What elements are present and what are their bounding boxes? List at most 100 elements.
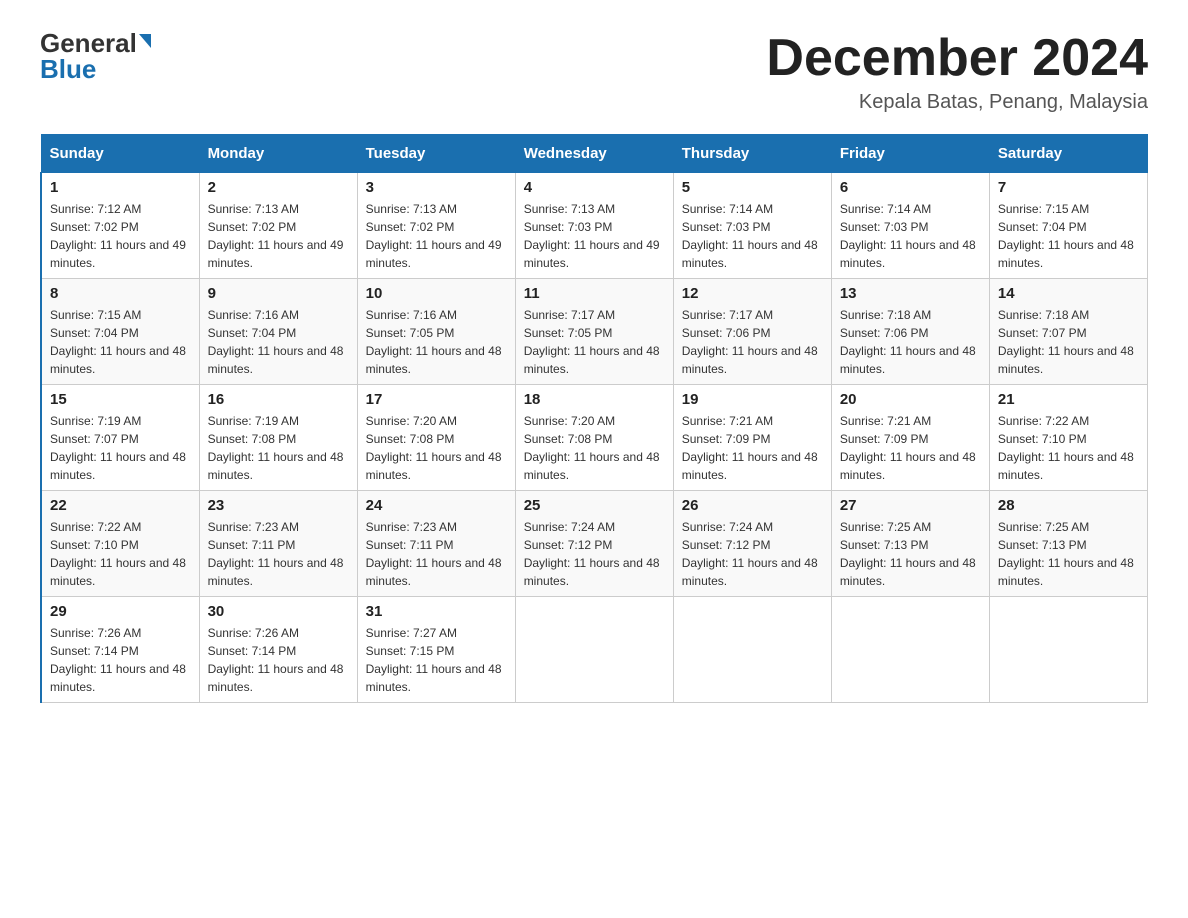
logo: General Blue	[40, 30, 151, 83]
calendar-table: SundayMondayTuesdayWednesdayThursdayFrid…	[40, 134, 1148, 703]
calendar-day-cell	[989, 597, 1147, 703]
calendar-day-cell: 13 Sunrise: 7:18 AMSunset: 7:06 PMDayligh…	[831, 279, 989, 385]
logo-arrow-icon	[139, 34, 151, 48]
calendar-day-cell: 5Sunrise: 7:14 AMSunset: 7:03 PMDaylight…	[673, 173, 831, 279]
day-info: Sunrise: 7:24 AMSunset: 7:12 PMDaylight:…	[682, 518, 823, 590]
logo-general-text: General	[40, 30, 137, 56]
calendar-day-cell: 29 Sunrise: 7:26 AMSunset: 7:14 PMDayligh…	[41, 597, 199, 703]
day-number: 10	[366, 285, 507, 302]
day-number: 31	[366, 603, 507, 620]
day-number: 14	[998, 285, 1139, 302]
day-info: Sunrise: 7:20 AMSunset: 7:08 PMDaylight:…	[366, 412, 507, 484]
calendar-day-cell: 2 Sunrise: 7:13 AMSunset: 7:02 PMDaylight…	[199, 173, 357, 279]
calendar-day-cell: 31 Sunrise: 7:27 AMSunset: 7:15 PMDayligh…	[357, 597, 515, 703]
page-header: General Blue December 2024 Kepala Batas,…	[40, 30, 1148, 114]
day-info: Sunrise: 7:14 AMSunset: 7:03 PMDaylight:…	[840, 200, 981, 272]
calendar-weekday-header: Tuesday	[357, 135, 515, 173]
day-number: 17	[366, 391, 507, 408]
calendar-week-row: 22 Sunrise: 7:22 AMSunset: 7:10 PMDayligh…	[41, 491, 1148, 597]
calendar-weekday-header: Friday	[831, 135, 989, 173]
day-info: Sunrise: 7:21 AMSunset: 7:09 PMDaylight:…	[840, 412, 981, 484]
calendar-day-cell: 15 Sunrise: 7:19 AMSunset: 7:07 PMDayligh…	[41, 385, 199, 491]
calendar-day-cell	[831, 597, 989, 703]
calendar-day-cell: 21 Sunrise: 7:22 AMSunset: 7:10 PMDayligh…	[989, 385, 1147, 491]
day-number: 29	[50, 603, 191, 620]
day-number: 3	[366, 179, 507, 196]
day-info: Sunrise: 7:22 AMSunset: 7:10 PMDaylight:…	[998, 412, 1139, 484]
day-number: 25	[524, 497, 665, 514]
day-number: 26	[682, 497, 823, 514]
calendar-day-cell	[515, 597, 673, 703]
day-number: 11	[524, 285, 665, 302]
day-info: Sunrise: 7:16 AMSunset: 7:04 PMDaylight:…	[208, 306, 349, 378]
day-number: 2	[208, 179, 349, 196]
day-number: 24	[366, 497, 507, 514]
day-number: 22	[50, 497, 191, 514]
day-info: Sunrise: 7:26 AMSunset: 7:14 PMDaylight:…	[208, 624, 349, 696]
calendar-day-cell: 9 Sunrise: 7:16 AMSunset: 7:04 PMDaylight…	[199, 279, 357, 385]
calendar-week-row: 8Sunrise: 7:15 AMSunset: 7:04 PMDaylight…	[41, 279, 1148, 385]
calendar-header-row: SundayMondayTuesdayWednesdayThursdayFrid…	[41, 135, 1148, 173]
day-info: Sunrise: 7:21 AMSunset: 7:09 PMDaylight:…	[682, 412, 823, 484]
day-number: 23	[208, 497, 349, 514]
day-info: Sunrise: 7:25 AMSunset: 7:13 PMDaylight:…	[998, 518, 1139, 590]
calendar-weekday-header: Monday	[199, 135, 357, 173]
day-number: 9	[208, 285, 349, 302]
calendar-day-cell: 20 Sunrise: 7:21 AMSunset: 7:09 PMDayligh…	[831, 385, 989, 491]
calendar-day-cell: 3 Sunrise: 7:13 AMSunset: 7:02 PMDaylight…	[357, 173, 515, 279]
calendar-day-cell: 19Sunrise: 7:21 AMSunset: 7:09 PMDayligh…	[673, 385, 831, 491]
calendar-day-cell: 4Sunrise: 7:13 AMSunset: 7:03 PMDaylight…	[515, 173, 673, 279]
calendar-day-cell: 18 Sunrise: 7:20 AMSunset: 7:08 PMDayligh…	[515, 385, 673, 491]
day-info: Sunrise: 7:13 AMSunset: 7:03 PMDaylight:…	[524, 200, 665, 272]
day-number: 20	[840, 391, 981, 408]
day-info: Sunrise: 7:17 AMSunset: 7:05 PMDaylight:…	[524, 306, 665, 378]
calendar-weekday-header: Wednesday	[515, 135, 673, 173]
day-info: Sunrise: 7:13 AMSunset: 7:02 PMDaylight:…	[366, 200, 507, 272]
logo-blue-text: Blue	[40, 54, 96, 84]
day-info: Sunrise: 7:14 AMSunset: 7:03 PMDaylight:…	[682, 200, 823, 272]
day-number: 8	[50, 285, 191, 302]
calendar-day-cell: 8Sunrise: 7:15 AMSunset: 7:04 PMDaylight…	[41, 279, 199, 385]
day-info: Sunrise: 7:27 AMSunset: 7:15 PMDaylight:…	[366, 624, 507, 696]
day-info: Sunrise: 7:19 AMSunset: 7:07 PMDaylight:…	[50, 412, 191, 484]
day-info: Sunrise: 7:17 AMSunset: 7:06 PMDaylight:…	[682, 306, 823, 378]
calendar-week-row: 15 Sunrise: 7:19 AMSunset: 7:07 PMDayligh…	[41, 385, 1148, 491]
calendar-weekday-header: Saturday	[989, 135, 1147, 173]
day-info: Sunrise: 7:24 AMSunset: 7:12 PMDaylight:…	[524, 518, 665, 590]
day-info: Sunrise: 7:25 AMSunset: 7:13 PMDaylight:…	[840, 518, 981, 590]
calendar-day-cell: 24 Sunrise: 7:23 AMSunset: 7:11 PMDayligh…	[357, 491, 515, 597]
day-info: Sunrise: 7:15 AMSunset: 7:04 PMDaylight:…	[998, 200, 1139, 272]
calendar-day-cell: 14Sunrise: 7:18 AMSunset: 7:07 PMDayligh…	[989, 279, 1147, 385]
day-number: 27	[840, 497, 981, 514]
day-number: 13	[840, 285, 981, 302]
calendar-day-cell: 6Sunrise: 7:14 AMSunset: 7:03 PMDaylight…	[831, 173, 989, 279]
calendar-day-cell: 17 Sunrise: 7:20 AMSunset: 7:08 PMDayligh…	[357, 385, 515, 491]
day-info: Sunrise: 7:13 AMSunset: 7:02 PMDaylight:…	[208, 200, 349, 272]
day-info: Sunrise: 7:23 AMSunset: 7:11 PMDaylight:…	[208, 518, 349, 590]
calendar-day-cell: 7Sunrise: 7:15 AMSunset: 7:04 PMDaylight…	[989, 173, 1147, 279]
day-number: 12	[682, 285, 823, 302]
calendar-day-cell: 26 Sunrise: 7:24 AMSunset: 7:12 PMDayligh…	[673, 491, 831, 597]
calendar-day-cell: 1Sunrise: 7:12 AMSunset: 7:02 PMDaylight…	[41, 173, 199, 279]
day-number: 1	[50, 179, 191, 196]
day-info: Sunrise: 7:23 AMSunset: 7:11 PMDaylight:…	[366, 518, 507, 590]
calendar-weekday-header: Thursday	[673, 135, 831, 173]
day-info: Sunrise: 7:20 AMSunset: 7:08 PMDaylight:…	[524, 412, 665, 484]
calendar-week-row: 29 Sunrise: 7:26 AMSunset: 7:14 PMDayligh…	[41, 597, 1148, 703]
month-title: December 2024	[766, 30, 1148, 87]
calendar-week-row: 1Sunrise: 7:12 AMSunset: 7:02 PMDaylight…	[41, 173, 1148, 279]
day-number: 21	[998, 391, 1139, 408]
day-info: Sunrise: 7:22 AMSunset: 7:10 PMDaylight:…	[50, 518, 191, 590]
calendar-day-cell	[673, 597, 831, 703]
calendar-day-cell: 12 Sunrise: 7:17 AMSunset: 7:06 PMDayligh…	[673, 279, 831, 385]
calendar-day-cell: 22 Sunrise: 7:22 AMSunset: 7:10 PMDayligh…	[41, 491, 199, 597]
day-number: 15	[50, 391, 191, 408]
calendar-day-cell: 25 Sunrise: 7:24 AMSunset: 7:12 PMDayligh…	[515, 491, 673, 597]
day-info: Sunrise: 7:18 AMSunset: 7:06 PMDaylight:…	[840, 306, 981, 378]
calendar-day-cell: 16Sunrise: 7:19 AMSunset: 7:08 PMDayligh…	[199, 385, 357, 491]
day-info: Sunrise: 7:26 AMSunset: 7:14 PMDaylight:…	[50, 624, 191, 696]
calendar-day-cell: 28Sunrise: 7:25 AMSunset: 7:13 PMDayligh…	[989, 491, 1147, 597]
day-number: 18	[524, 391, 665, 408]
calendar-day-cell: 27 Sunrise: 7:25 AMSunset: 7:13 PMDayligh…	[831, 491, 989, 597]
day-number: 30	[208, 603, 349, 620]
